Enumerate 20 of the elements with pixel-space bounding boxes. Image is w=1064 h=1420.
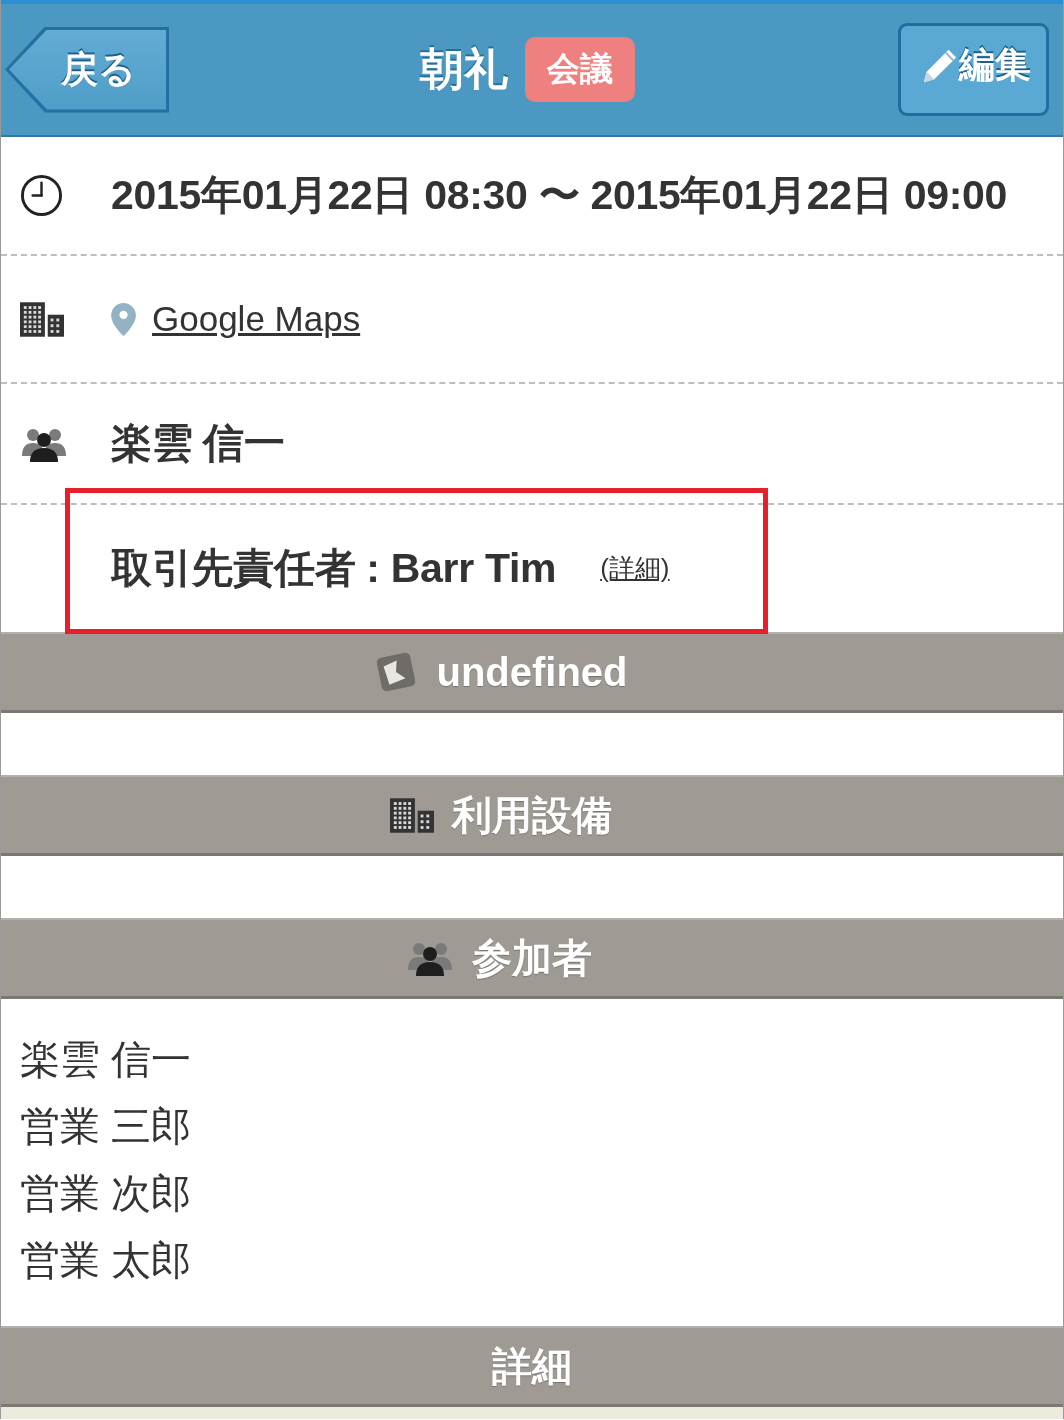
contact-person-text: 取引先責任者 : Barr Tim <box>111 544 557 593</box>
participant-name: 営業 次郎 <box>20 1170 192 1217</box>
participant-name: 営業 太郎 <box>20 1237 192 1284</box>
clock-icon <box>20 174 63 217</box>
section-title: 利用設備 <box>452 791 612 839</box>
organizer-name: 楽雲 信一 <box>111 419 285 468</box>
detail-link[interactable]: (詳細) <box>600 551 670 586</box>
people-icon <box>406 940 454 976</box>
map-link[interactable]: Google Maps <box>152 299 361 339</box>
category-badge: 会議 <box>524 37 635 102</box>
building-icon <box>390 797 434 833</box>
page-title: 朝礼 <box>419 43 508 95</box>
building-icon <box>20 301 64 337</box>
participant-name: 営業 三郎 <box>20 1103 192 1150</box>
section-title: 参加者 <box>472 934 592 982</box>
date-time-text: 2015年01月22日 08:30 〜 2015年01月22日 09:00 <box>111 171 1008 220</box>
map-pin-icon <box>111 302 136 336</box>
section-title: undefined <box>436 649 628 695</box>
participant-name: 楽雲 信一 <box>20 1036 192 1083</box>
section-title: 詳細 <box>492 1342 572 1390</box>
